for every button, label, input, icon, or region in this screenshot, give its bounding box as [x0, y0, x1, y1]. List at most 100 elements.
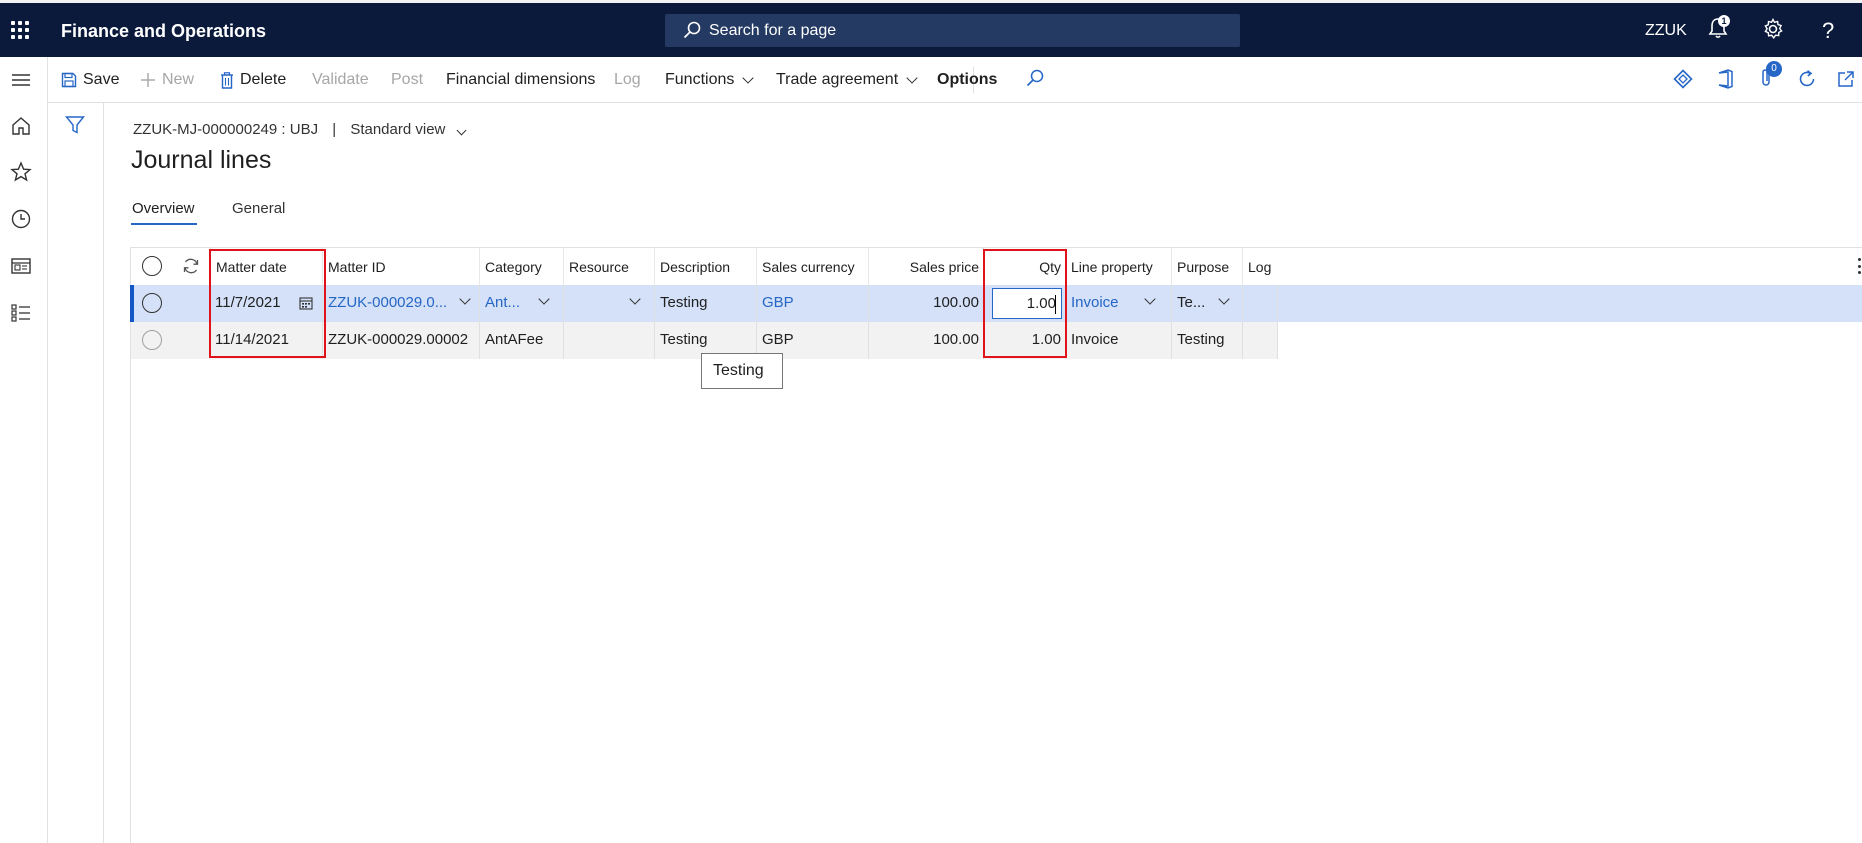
header-resource[interactable]: Resource: [564, 248, 655, 285]
notifications-button[interactable]: 1: [1708, 15, 1730, 53]
chevron-down-icon: [906, 72, 918, 84]
app-launcher-icon[interactable]: [11, 21, 29, 39]
row-selection-indicator: [130, 285, 134, 322]
log-cell[interactable]: [1243, 322, 1278, 359]
new-button[interactable]: New: [140, 71, 194, 89]
validate-button[interactable]: Validate: [312, 71, 369, 89]
save-icon: [61, 72, 77, 88]
select-all-checkbox[interactable]: [142, 256, 162, 276]
trade-agreement-label: Trade agreement: [776, 71, 899, 88]
trade-agreement-menu[interactable]: Trade agreement: [776, 71, 918, 89]
chevron-down-icon[interactable]: [629, 293, 641, 305]
purpose-cell[interactable]: Te...: [1172, 285, 1243, 322]
matter-id-cell[interactable]: ZZUK-000029.00002: [323, 322, 480, 359]
attachments-badge: 0: [1766, 61, 1782, 77]
top-bar: Finance and Operations Search for a page…: [0, 0, 1862, 57]
workspaces-icon[interactable]: [10, 255, 32, 277]
settings-button[interactable]: [1762, 17, 1784, 54]
header-sales-currency[interactable]: Sales currency: [757, 248, 869, 285]
functions-label: Functions: [665, 71, 735, 88]
log-cell[interactable]: [1243, 285, 1278, 322]
header-log[interactable]: Log: [1243, 248, 1278, 285]
header-matter-id[interactable]: Matter ID: [323, 248, 480, 285]
search-icon: [1026, 69, 1044, 87]
refresh-icon: [1799, 70, 1815, 87]
tab-general[interactable]: General: [232, 200, 285, 217]
resource-cell[interactable]: [564, 322, 655, 359]
header-category[interactable]: Category: [480, 248, 564, 285]
company-picker[interactable]: ZZUK: [1645, 22, 1687, 58]
view-selector[interactable]: Standard view: [350, 121, 467, 138]
log-button[interactable]: Log: [614, 71, 641, 89]
category-cell[interactable]: Ant...: [480, 285, 564, 322]
header-purpose[interactable]: Purpose: [1172, 248, 1243, 285]
trash-icon: [221, 71, 233, 89]
line-property-cell[interactable]: Invoice: [1066, 285, 1172, 322]
breadcrumb-separator: |: [332, 121, 337, 138]
matter-id-cell[interactable]: ZZUK-000029.0...: [323, 285, 480, 322]
functions-menu[interactable]: Functions: [665, 71, 755, 89]
resource-cell[interactable]: [564, 285, 655, 322]
diamond-icon: [1673, 69, 1693, 89]
search-placeholder: Search for a page: [709, 22, 837, 39]
matter-date-highlight-box: [209, 249, 326, 358]
refresh-grid-icon[interactable]: [182, 257, 200, 275]
chevron-down-icon[interactable]: [538, 293, 550, 305]
navigation-rail: [0, 57, 48, 843]
category-cell[interactable]: AntAFee: [480, 322, 564, 359]
chevron-down-icon[interactable]: [1144, 293, 1156, 305]
new-label: New: [162, 71, 195, 88]
description-cell[interactable]: Testing: [655, 285, 757, 322]
action-pane: Save New Delete Validate Post Financial …: [48, 57, 1862, 103]
open-new-window-button[interactable]: [1836, 69, 1856, 89]
chevron-down-icon[interactable]: [459, 293, 471, 305]
modules-list-icon[interactable]: [10, 302, 32, 324]
purpose-cell[interactable]: Testing: [1172, 322, 1243, 359]
plus-icon: [141, 73, 155, 87]
delete-button[interactable]: Delete: [220, 71, 286, 89]
view-selector-label: Standard view: [350, 121, 446, 138]
post-button[interactable]: Post: [391, 71, 423, 89]
filter-icon[interactable]: [65, 115, 85, 135]
record-identifier: ZZUK-MJ-000000249 : UBJ: [133, 121, 319, 138]
chevron-down-icon: [456, 125, 467, 136]
save-label: Save: [83, 71, 120, 88]
category-value: Ant...: [485, 294, 521, 311]
chevron-down-icon[interactable]: [1218, 293, 1230, 305]
save-button[interactable]: Save: [61, 71, 119, 89]
refresh-button[interactable]: [1797, 69, 1817, 89]
tab-overview[interactable]: Overview: [132, 200, 195, 217]
delete-label: Delete: [240, 71, 287, 88]
breadcrumb: ZZUK-MJ-000000249 : UBJ | Standard view: [133, 121, 467, 138]
favorites-star-icon[interactable]: [10, 161, 32, 183]
filter-pane: [48, 103, 104, 843]
header-line-property[interactable]: Line property: [1066, 248, 1172, 285]
row-select-radio[interactable]: [142, 293, 162, 313]
search-box[interactable]: Search for a page: [665, 14, 1240, 47]
active-tab-indicator: [131, 223, 197, 225]
purpose-value: Te...: [1177, 294, 1206, 311]
home-icon[interactable]: [10, 115, 32, 137]
header-description[interactable]: Description: [655, 248, 757, 285]
line-property-cell[interactable]: Invoice: [1066, 322, 1172, 359]
options-tab[interactable]: Options: [937, 71, 997, 89]
sales-currency-cell[interactable]: GBP: [757, 285, 869, 322]
pop-out-icon: [1838, 71, 1854, 87]
more-options-icon[interactable]: [1858, 258, 1861, 274]
office-button[interactable]: [1716, 69, 1734, 89]
action-search-button[interactable]: [1026, 69, 1044, 87]
sales-price-cell[interactable]: 100.00: [869, 285, 984, 322]
attachments-button[interactable]: 0: [1758, 61, 1782, 89]
header-sales-price[interactable]: Sales price: [869, 248, 984, 285]
row-select-radio[interactable]: [142, 330, 162, 350]
line-property-value: Invoice: [1071, 294, 1119, 311]
app-title[interactable]: Finance and Operations: [61, 21, 266, 42]
sales-price-cell[interactable]: 100.00: [869, 322, 984, 359]
help-button[interactable]: ?: [1822, 18, 1834, 54]
financial-dimensions-button[interactable]: Financial dimensions: [446, 71, 595, 89]
power-apps-button[interactable]: [1673, 69, 1693, 89]
hamburger-menu-icon[interactable]: [10, 69, 32, 91]
office-icon: [1718, 69, 1733, 89]
recent-clock-icon[interactable]: [10, 208, 32, 230]
notification-badge: 1: [1718, 15, 1730, 27]
